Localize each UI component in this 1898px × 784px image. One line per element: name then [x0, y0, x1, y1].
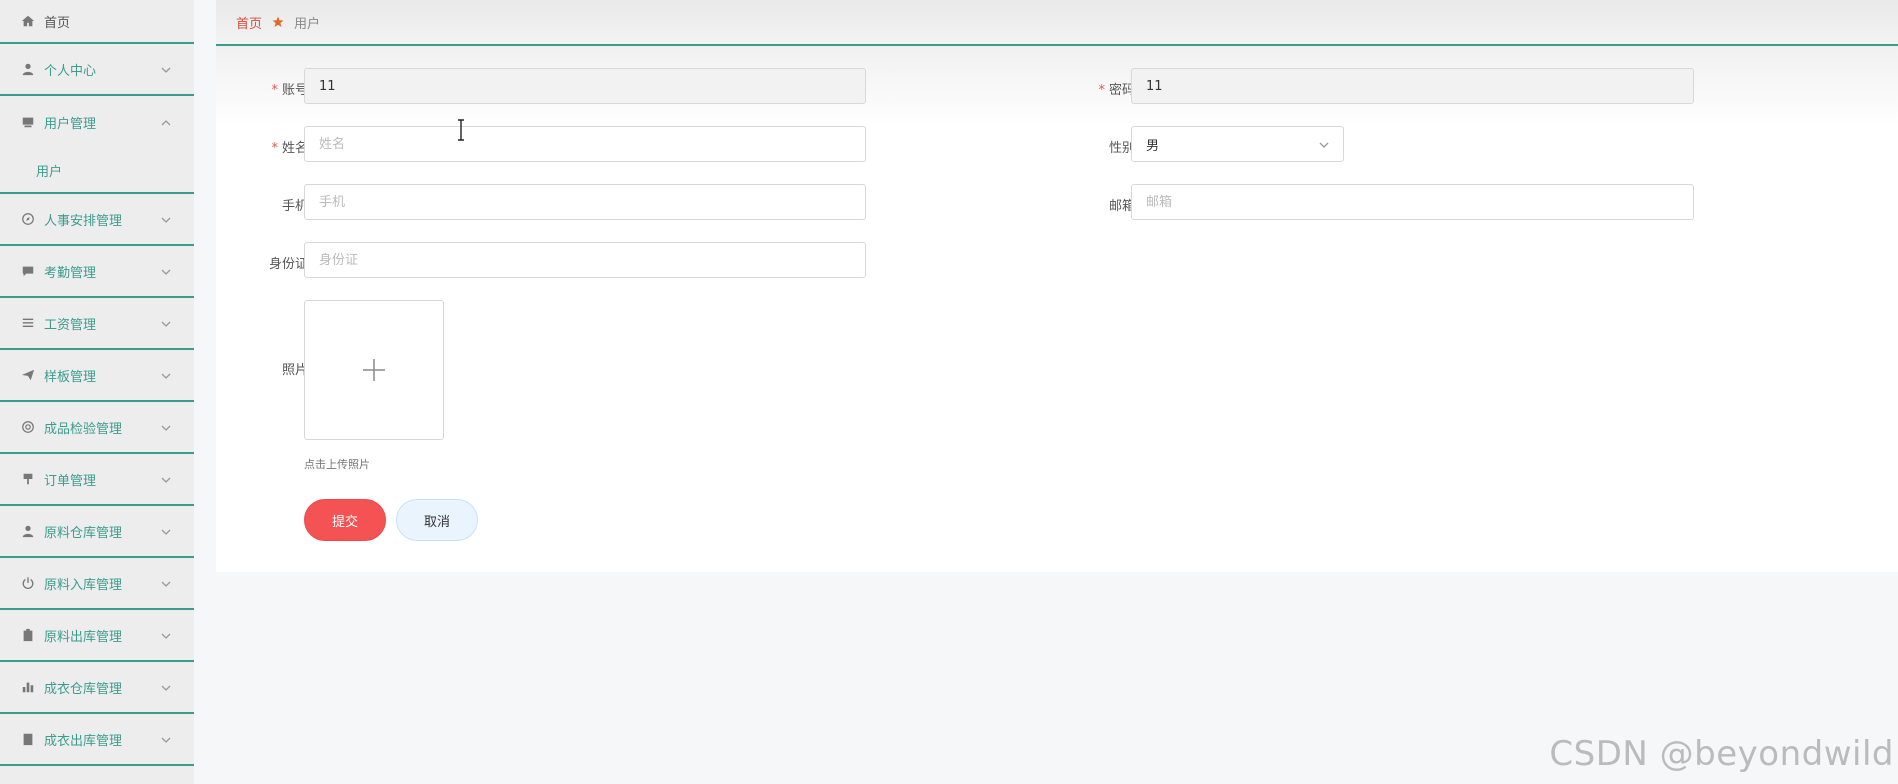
- sidebar-item-home[interactable]: 首页: [0, 0, 194, 44]
- email-input[interactable]: [1131, 184, 1694, 220]
- sidebar-item-attendance[interactable]: 考勤管理: [0, 246, 194, 298]
- idcard-input[interactable]: [304, 242, 866, 278]
- plus-icon: [363, 359, 385, 381]
- chevron-down-icon: [161, 474, 171, 484]
- person-icon: [20, 523, 36, 539]
- chevron-down-icon: [161, 682, 171, 692]
- watermark: CSDN @beyondwild: [1549, 734, 1894, 774]
- bar-chart-icon: [20, 679, 36, 695]
- sidebar-item-raw-warehouse[interactable]: 原料仓库管理: [0, 506, 194, 558]
- compass-icon: [20, 211, 36, 227]
- chevron-down-icon: [161, 578, 171, 588]
- sidebar-item-inspection[interactable]: 成品检验管理: [0, 402, 194, 454]
- gender-selected-value: 男: [1146, 138, 1160, 154]
- chevron-up-icon: [161, 117, 171, 127]
- sidebar-item-sample[interactable]: 样板管理: [0, 350, 194, 402]
- document-icon: [20, 731, 36, 747]
- sidebar-item-garment-outbound[interactable]: 成衣出库管理: [0, 714, 194, 766]
- account-input[interactable]: [304, 68, 866, 104]
- lifebuoy-icon: [20, 419, 36, 435]
- sidebar-item-label: 人事安排管理: [44, 213, 123, 229]
- gender-label: 性别: [1108, 141, 1135, 156]
- sidebar-item-label: 工资管理: [44, 317, 97, 333]
- sidebar-item-label: 首页: [44, 15, 71, 31]
- brush-icon: [20, 471, 36, 487]
- sidebar-item-label: 考勤管理: [44, 265, 97, 281]
- send-icon: [20, 367, 36, 383]
- list-icon: [20, 315, 36, 331]
- chevron-down-icon: [161, 64, 171, 74]
- power-icon: [20, 575, 36, 591]
- sidebar-item-label: 用户管理: [44, 116, 97, 132]
- breadcrumb-home-link[interactable]: 首页: [236, 13, 262, 32]
- sidebar-item-label: 成品检验管理: [44, 421, 123, 437]
- sidebar-item-raw-inbound[interactable]: 原料入库管理: [0, 558, 194, 610]
- star-separator-icon: [272, 16, 284, 28]
- chat-icon: [20, 263, 36, 279]
- email-label: 邮箱: [1108, 199, 1135, 214]
- sidebar-subitem-user[interactable]: 用户: [0, 148, 194, 194]
- phone-input[interactable]: [304, 184, 866, 220]
- sidebar-item-label: 成衣仓库管理: [44, 681, 123, 697]
- phone-label: 手机: [281, 199, 308, 214]
- sidebar-item-garment-warehouse[interactable]: 成衣仓库管理: [0, 662, 194, 714]
- home-icon: [20, 13, 36, 29]
- chevron-down-icon: [161, 318, 171, 328]
- chevron-down-icon: [161, 734, 171, 744]
- sidebar: 首页 个人中心 用户管理 用户 人事安排管理 考勤管理 工资管理 样板管理 成品…: [0, 0, 194, 784]
- sidebar-item-label: 原料仓库管理: [44, 525, 123, 541]
- chevron-down-icon: [1319, 139, 1329, 149]
- clipboard-icon: [20, 627, 36, 643]
- breadcrumb: 首页 用户: [216, 0, 1898, 46]
- photo-hint: 点击上传照片: [304, 458, 370, 471]
- name-input[interactable]: [304, 126, 866, 162]
- sidebar-item-label: 成衣出库管理: [44, 733, 123, 749]
- sidebar-item-label: 原料出库管理: [44, 629, 123, 645]
- chevron-down-icon: [161, 370, 171, 380]
- sidebar-item-label: 订单管理: [44, 473, 97, 489]
- chevron-down-icon: [161, 422, 171, 432]
- idcard-label: 身份证: [268, 257, 308, 272]
- monitor-icon: [20, 114, 36, 130]
- user-icon: [20, 61, 36, 77]
- chevron-down-icon: [161, 266, 171, 276]
- chevron-down-icon: [161, 526, 171, 536]
- sidebar-item-salary[interactable]: 工资管理: [0, 298, 194, 350]
- sidebar-item-personnel[interactable]: 人事安排管理: [0, 194, 194, 246]
- user-form: *账号 *密码 *姓名 性别 男 手机 邮箱 身份证 照片 点击上传照片 提交 …: [216, 46, 1898, 572]
- chevron-down-icon: [161, 630, 171, 640]
- breadcrumb-current: 用户: [294, 16, 321, 32]
- cancel-button[interactable]: 取消: [396, 499, 478, 541]
- password-input[interactable]: [1131, 68, 1694, 104]
- name-label: * 姓名: [271, 141, 308, 156]
- text-cursor-icon: [458, 119, 464, 141]
- password-label: * 密码: [1098, 83, 1135, 98]
- sidebar-item-orders[interactable]: 订单管理: [0, 454, 194, 506]
- photo-upload[interactable]: [304, 300, 444, 440]
- account-label: * 账号: [271, 83, 308, 98]
- sidebar-item-label: 样板管理: [44, 369, 97, 385]
- chevron-down-icon: [161, 214, 171, 224]
- submit-button[interactable]: 提交: [304, 499, 386, 541]
- gender-select[interactable]: 男: [1131, 126, 1344, 162]
- sidebar-item-raw-outbound[interactable]: 原料出库管理: [0, 610, 194, 662]
- sidebar-item-label: 个人中心: [44, 63, 97, 79]
- sidebar-item-user-management[interactable]: 用户管理: [0, 96, 194, 148]
- sidebar-item-personal-center[interactable]: 个人中心: [0, 44, 194, 96]
- sidebar-item-label: 原料入库管理: [44, 577, 123, 593]
- sidebar-subitem-label: 用户: [36, 164, 63, 180]
- photo-label: 照片: [281, 363, 308, 378]
